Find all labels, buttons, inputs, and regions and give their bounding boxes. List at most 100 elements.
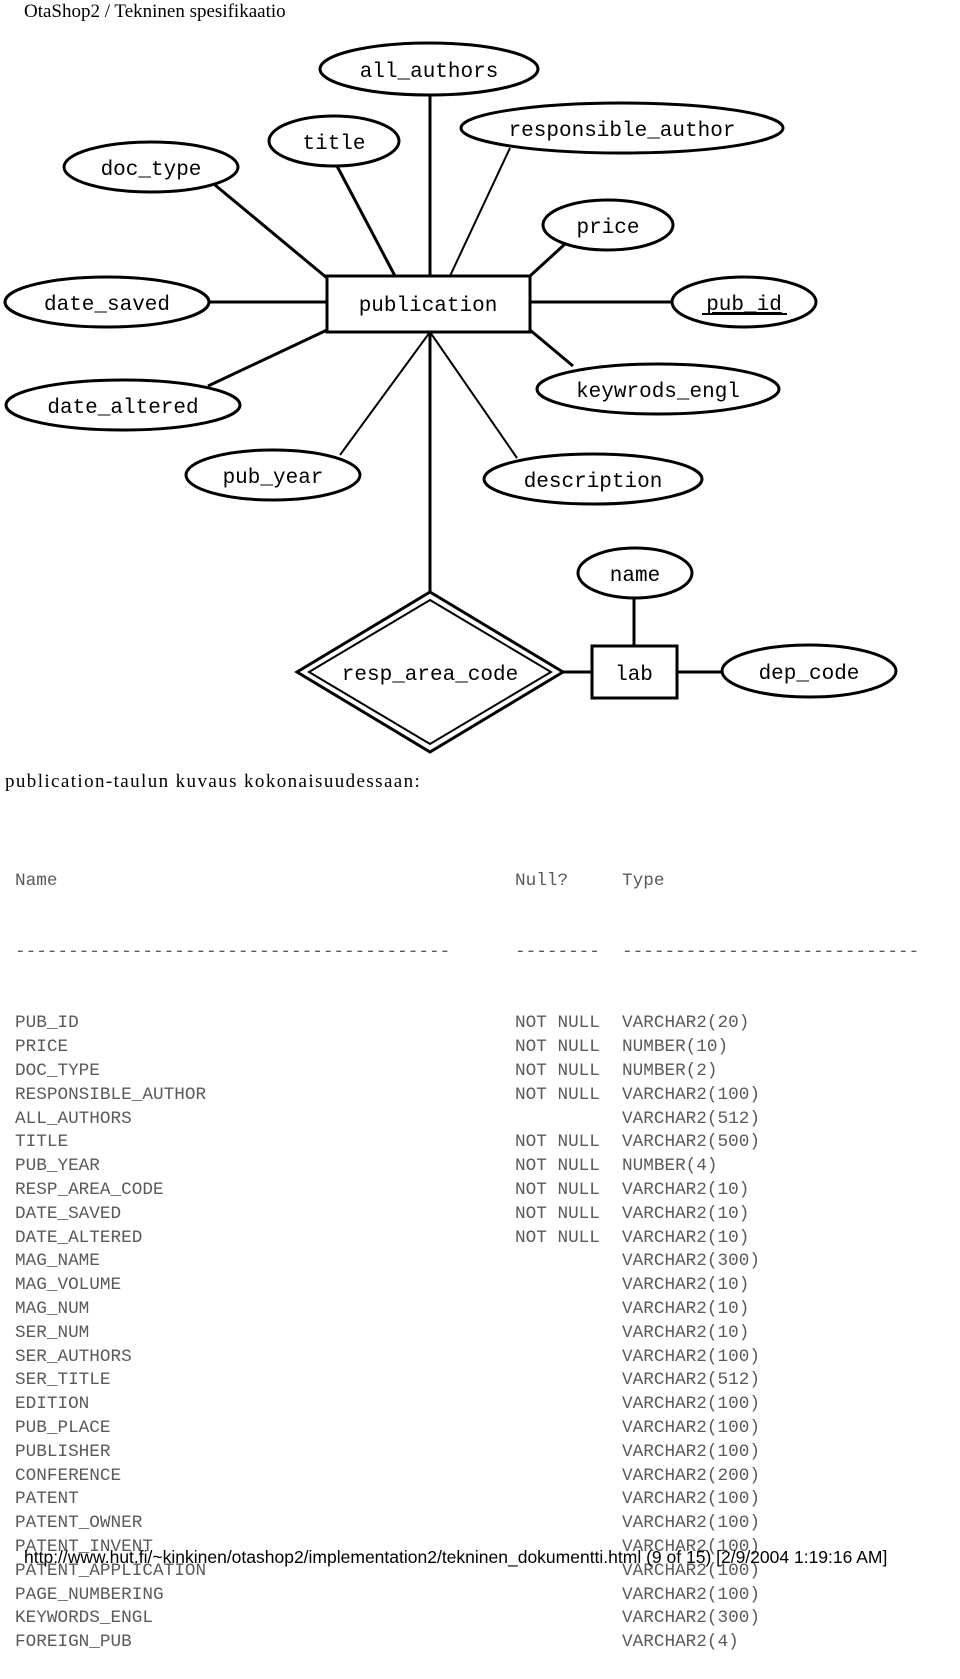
table-row: MAG_NAME VARCHAR2(300) [15,1250,919,1274]
data-type-cell: VARCHAR2(512) [622,1370,760,1391]
table-row: EDITION VARCHAR2(100) [15,1393,919,1417]
attribute-pub-year-label: pub_year [223,467,324,490]
line-title [335,165,397,277]
column-name-cell: RESP_AREA_CODE [15,1179,164,1200]
table-row: RESP_AREA_CODE NOT NULL VARCHAR2(10) [15,1179,919,1203]
line-keywrods-engl [529,328,574,368]
attribute-keywrods-engl: keywrods_engl [535,362,781,416]
attribute-description-label: description [524,471,663,494]
column-name-cell: TITLE [15,1132,69,1153]
null-constraint-cell [515,1108,622,1132]
null-constraint-cell [515,1346,622,1370]
data-type-cell: VARCHAR2(100) [622,1084,760,1105]
data-type-cell: VARCHAR2(512) [622,1108,760,1129]
column-header-type: Type [622,870,665,891]
separator-null: -------- [515,941,600,962]
data-type-cell: VARCHAR2(10) [622,1298,750,1319]
attribute-pub-id: pub_id [670,275,818,329]
column-name-cell: ALL_AUTHORS [15,1108,132,1129]
table-row: ALL_AUTHORS VARCHAR2(512) [15,1108,919,1132]
data-type-cell: VARCHAR2(100) [622,1584,760,1605]
null-constraint-cell: NOT NULL [515,1132,600,1153]
attribute-price-label: price [576,217,639,240]
column-name-cell: SER_TITLE [15,1370,111,1391]
attribute-date-altered-label: date_altered [47,397,198,420]
attribute-title-label: title [302,133,365,156]
null-constraint-cell: NOT NULL [515,1037,600,1058]
attribute-dep-code-label: dep_code [759,663,860,686]
table-row: PATENT_OWNER VARCHAR2(100) [15,1512,919,1536]
data-type-cell: VARCHAR2(10) [622,1275,750,1296]
column-name-cell: PUB_ID [15,1013,79,1034]
er-diagram: publication lab resp_area_code all_autho… [3,41,898,754]
data-type-cell: VARCHAR2(4) [622,1632,739,1653]
table-row: PUB_PLACE VARCHAR2(100) [15,1417,919,1441]
attribute-dep-code: dep_code [720,643,898,699]
null-constraint-cell: NOT NULL [515,1227,600,1248]
null-constraint-cell: NOT NULL [515,1084,600,1105]
attribute-name-label: name [610,565,660,588]
entity-lab-label: lab [615,664,653,687]
column-header-null: Null? [515,870,569,891]
section-caption: publication-taulun kuvaus kokonaisuudess… [5,771,422,792]
table-row: PUB_ID NOT NULL VARCHAR2(20) [15,1012,919,1036]
attribute-date-saved: date_saved [3,275,211,329]
column-name-cell: CONFERENCE [15,1465,122,1486]
null-constraint-cell [515,1607,622,1631]
data-type-cell: VARCHAR2(10) [622,1203,750,1224]
data-type-cell: NUMBER(4) [622,1156,718,1177]
attribute-all-authors-label: all_authors [360,61,499,84]
column-name-cell: PATENT_OWNER [15,1513,143,1534]
data-type-cell: VARCHAR2(100) [622,1394,760,1415]
entity-lab: lab [590,644,679,700]
null-constraint-cell: NOT NULL [515,1060,600,1081]
data-type-cell: VARCHAR2(20) [622,1013,750,1034]
line-description [429,331,518,459]
schema-header-row: Name Null? Type [15,870,919,894]
table-row: DATE_SAVED NOT NULL VARCHAR2(10) [15,1203,919,1227]
column-name-cell: PAGE_NUMBERING [15,1584,164,1605]
relationship-label: resp_area_code [342,664,518,687]
table-row: RESPONSIBLE_AUTHOR NOT NULL VARCHAR2(100) [15,1084,919,1108]
null-constraint-cell [515,1465,622,1489]
data-type-cell: VARCHAR2(10) [622,1227,750,1248]
line-price [528,242,567,278]
attribute-pub-year: pub_year [184,448,362,502]
attribute-title: title [267,114,401,168]
table-row: KEYWORDS_ENGL VARCHAR2(300) [15,1607,919,1631]
null-constraint-cell [515,1250,622,1274]
attribute-date-altered: date_altered [4,378,242,432]
data-type-cell: VARCHAR2(100) [622,1513,760,1534]
column-name-cell: PUBLISHER [15,1441,111,1462]
data-type-cell: VARCHAR2(300) [622,1251,760,1272]
data-type-cell: VARCHAR2(200) [622,1465,760,1486]
column-name-cell: SER_AUTHORS [15,1346,132,1367]
column-name-cell: PRICE [15,1037,69,1058]
table-row: DATE_ALTERED NOT NULL VARCHAR2(10) [15,1227,919,1251]
null-constraint-cell: NOT NULL [515,1203,600,1224]
line-pub-year [339,331,431,456]
line-date-altered [207,328,328,388]
column-name-cell: PUB_PLACE [15,1417,111,1438]
attribute-price: price [541,198,675,252]
null-constraint-cell [515,1274,622,1298]
table-row: PUBLISHER VARCHAR2(100) [15,1441,919,1465]
attribute-description: description [482,452,704,506]
table-row: DOC_TYPE NOT NULL NUMBER(2) [15,1060,919,1084]
column-name-cell: MAG_VOLUME [15,1275,122,1296]
data-type-cell: VARCHAR2(100) [622,1346,760,1367]
table-row: MAG_NUM VARCHAR2(10) [15,1298,919,1322]
null-constraint-cell: NOT NULL [515,1156,600,1177]
column-name-cell: PUB_YEAR [15,1156,100,1177]
null-constraint-cell [515,1512,622,1536]
attribute-responsible-author-label: responsible_author [509,120,736,143]
table-row: FOREIGN_PUB VARCHAR2(4) [15,1631,919,1655]
page-footer: http://www.hut.fi/~kinkinen/otashop2/imp… [24,1547,888,1567]
column-name-cell: MAG_NUM [15,1298,90,1319]
attribute-all-authors: all_authors [318,41,540,97]
separator-name: ----------------------------------------… [15,941,451,962]
attribute-doc-type-label: doc_type [101,159,202,182]
table-row: PUB_YEAR NOT NULL NUMBER(4) [15,1155,919,1179]
schema-separator-row: ----------------------------------------… [15,941,919,965]
null-constraint-cell [515,1631,622,1655]
